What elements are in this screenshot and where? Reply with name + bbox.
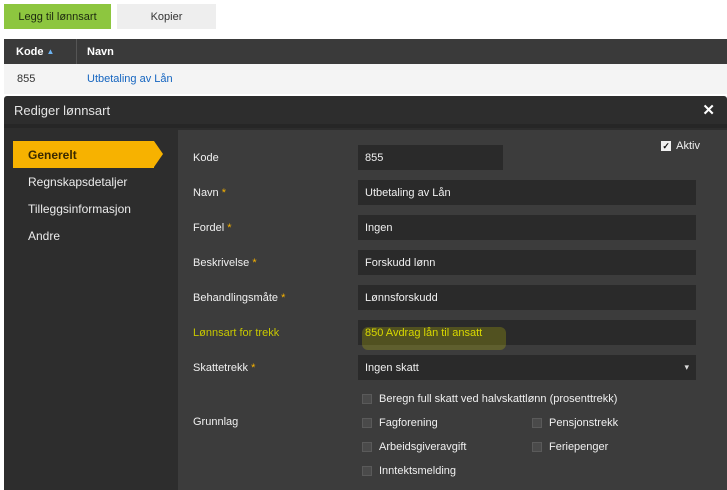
aktiv-checkbox[interactable]: ✓ Aktiv [661,140,700,152]
chevron-down-icon: ▾ [684,362,689,372]
form-row-skattetrekk: Skattetrekk * Ingen skatt ▾ [193,355,696,380]
toolbar: Legg til lønnsart Kopier [4,4,216,29]
aktiv-label: Aktiv [676,140,700,152]
form-row-lonnsart-trekk: Lønnsart for trekk 850 Avdrag lån til an… [193,320,696,350]
checkbox-box [362,442,372,452]
form-row-navn: Navn * Utbetaling av Lån [193,180,696,205]
form-row-fordel: Fordel * Ingen [193,215,696,240]
inntektsmelding-label: Inntektsmelding [379,465,457,477]
fagforening-label: Fagforening [379,417,438,429]
navn-input[interactable]: Utbetaling av Lån [358,180,696,205]
arbeidsgiveravgift-checkbox[interactable]: Arbeidsgiveravgift [362,441,466,453]
lonnsart-trekk-label: Lønnsart for trekk [193,326,280,339]
checkbox-box [362,418,372,428]
fagforening-checkbox[interactable]: Fagforening [362,417,438,429]
nav-item-andre[interactable]: Andre [13,222,163,249]
row-navn-link[interactable]: Utbetaling av Lån [77,73,173,85]
behandlingsmate-input[interactable]: Lønnsforskudd [358,285,696,310]
form-panel: Kode 855 ✓ Aktiv Navn * Utbetaling av Lå… [178,130,727,490]
dialog-sidenav: Generelt Regnskapsdetaljer Tilleggsinfor… [13,141,163,249]
list-header: Kode ▲ Navn [4,39,727,64]
dialog-header: Rediger lønnsart ✕ [4,96,727,124]
behandlingsmate-label: Behandlingsmåte * [193,291,286,304]
navn-label: Navn * [193,186,227,199]
nav-item-regnskapsdetaljer[interactable]: Regnskapsdetaljer [13,168,163,195]
column-kode-label: Kode [16,45,44,58]
kode-label: Kode [193,151,219,164]
column-header-kode[interactable]: Kode ▲ [4,39,77,64]
beregn-label: Beregn full skatt ved halvskattlønn (pro… [379,393,618,405]
form-row-grunnlag: Grunnlag [193,416,358,428]
close-icon[interactable]: ✕ [702,101,715,119]
pensjonstrekk-checkbox[interactable]: Pensjonstrekk [532,417,618,429]
feriepenger-label: Feriepenger [549,441,609,453]
fordel-label: Fordel * [193,221,232,234]
feriepenger-checkbox[interactable]: Feriepenger [532,441,608,453]
sort-ascending-icon: ▲ [46,47,55,56]
skattetrekk-label: Skattetrekk * [193,361,256,374]
nav-item-tilleggsinformasjon[interactable]: Tilleggsinformasjon [13,195,163,222]
grunnlag-label: Grunnlag [193,416,239,428]
beregn-full-skatt-checkbox[interactable]: Beregn full skatt ved halvskattlønn (pro… [362,393,617,405]
arbeidsgiveravgift-label: Arbeidsgiveravgift [379,441,467,453]
edit-lonnsart-dialog: Rediger lønnsart ✕ Generelt Regnskapsdet… [4,96,727,490]
checkbox-box [362,394,372,404]
nav-item-generelt[interactable]: Generelt [13,141,163,168]
copy-button[interactable]: Kopier [117,4,216,29]
checkbox-box [362,466,372,476]
checkbox-box [532,442,542,452]
inntektsmelding-checkbox[interactable]: Inntektsmelding [362,465,456,477]
skattetrekk-value: Ingen skatt [365,361,419,374]
add-lonnsart-button[interactable]: Legg til lønnsart [4,4,111,29]
form-row-behandlingsmate: Behandlingsmåte * Lønnsforskudd [193,285,696,310]
check-icon: ✓ [661,140,672,151]
form-row-kode: Kode 855 [193,145,503,170]
dialog-title: Rediger lønnsart [14,102,111,118]
form-row-beskrivelse: Beskrivelse * Forskudd lønn [193,250,696,275]
skattetrekk-select[interactable]: Ingen skatt ▾ [358,355,696,380]
pensjonstrekk-label: Pensjonstrekk [549,417,619,429]
row-kode: 855 [17,73,36,85]
beskrivelse-label: Beskrivelse * [193,256,257,269]
table-row[interactable]: 855 Utbetaling av Lån [4,64,727,94]
checkbox-box [532,418,542,428]
dialog-divider [4,124,727,128]
column-header-navn[interactable]: Navn [77,46,114,58]
fordel-input[interactable]: Ingen [358,215,696,240]
kode-input[interactable]: 855 [358,145,503,170]
beskrivelse-input[interactable]: Forskudd lønn [358,250,696,275]
lonnsart-trekk-input[interactable]: 850 Avdrag lån til ansatt [358,320,696,350]
